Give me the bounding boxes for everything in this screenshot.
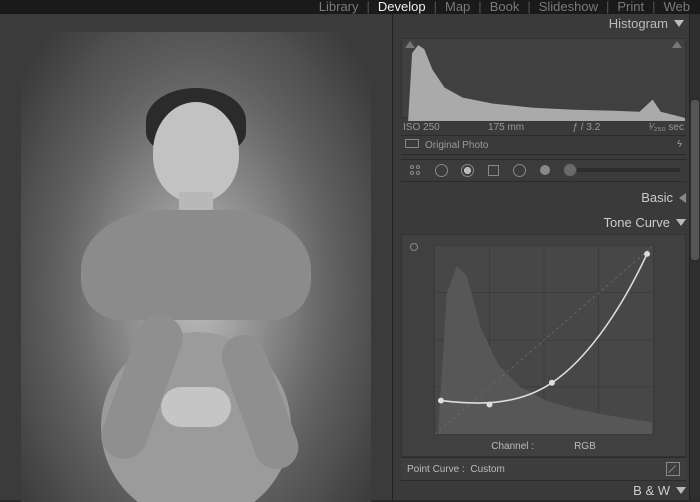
tone-curve-title: Tone Curve — [604, 215, 670, 230]
photo-preview[interactable] — [21, 32, 371, 502]
exif-shutter: ¹⁄₂₅₀ sec — [649, 122, 684, 133]
crop-tool[interactable] — [407, 162, 423, 178]
tone-curve-plot[interactable] — [434, 245, 654, 435]
module-tabs: Library | Develop | Map | Book | Slidesh… — [0, 0, 700, 14]
flash-icon: ϟ — [677, 139, 682, 150]
collapse-icon — [676, 219, 686, 226]
tab-print[interactable]: Print — [617, 0, 644, 14]
preview-area — [0, 14, 392, 500]
collapse-icon — [674, 20, 684, 27]
histogram-plot[interactable] — [401, 38, 686, 118]
point-curve-row: Point Curve : Custom — [401, 457, 686, 481]
tab-slideshow[interactable]: Slideshow — [539, 0, 598, 14]
exif-aperture: ƒ / 3.2 — [572, 122, 600, 133]
slider-knob[interactable] — [563, 163, 577, 177]
tab-develop[interactable]: Develop — [378, 0, 426, 14]
target-adjust-icon[interactable] — [410, 243, 418, 251]
point-curve-value[interactable]: Custom — [470, 464, 504, 475]
tab-separator: | — [434, 0, 437, 14]
tab-web[interactable]: Web — [664, 0, 691, 14]
tab-library[interactable]: Library — [319, 0, 359, 14]
scrollbar-thumb[interactable] — [691, 100, 699, 260]
exif-focal: 175 mm — [488, 122, 524, 133]
radial-tool[interactable] — [511, 162, 527, 178]
bw-header[interactable]: B & W — [401, 481, 686, 500]
brush-tool[interactable] — [537, 162, 553, 178]
tab-separator: | — [606, 0, 609, 14]
spot-tool[interactable] — [433, 162, 449, 178]
channel-label: Channel : — [491, 441, 534, 452]
basic-title: Basic — [641, 190, 673, 205]
tab-separator: | — [527, 0, 530, 14]
exif-iso: ISO 250 — [403, 122, 440, 133]
original-photo-row[interactable]: Original Photo ϟ — [401, 135, 686, 155]
channel-value[interactable]: RGB — [574, 441, 596, 452]
tool-slider[interactable] — [563, 168, 680, 172]
point-curve-label: Point Curve : — [407, 464, 465, 475]
tab-separator: | — [478, 0, 481, 14]
grad-tool[interactable] — [485, 162, 501, 178]
tab-map[interactable]: Map — [445, 0, 470, 14]
point-curve-edit-icon[interactable] — [666, 462, 680, 476]
redeye-tool[interactable] — [459, 162, 475, 178]
tone-curve-panel: Channel : RGB — [401, 234, 686, 457]
panel-scrollbar[interactable] — [689, 14, 700, 500]
right-panel: Histogram ISO 250 175 mm ƒ / 3.2 ¹⁄₂₅₀ s… — [392, 14, 700, 500]
basic-header[interactable]: Basic — [401, 188, 686, 207]
original-photo-label: Original Photo — [425, 140, 488, 151]
local-tools-strip — [401, 159, 686, 182]
bw-title: B & W — [633, 483, 670, 498]
collapse-icon — [676, 487, 686, 494]
histogram-header[interactable]: Histogram — [393, 14, 700, 34]
tab-book[interactable]: Book — [490, 0, 520, 14]
histogram-title: Histogram — [609, 16, 668, 31]
tab-separator: | — [652, 0, 655, 14]
frame-icon — [405, 139, 419, 148]
channel-row: Channel : RGB — [410, 437, 677, 452]
tab-separator: | — [367, 0, 370, 14]
collapsed-icon — [679, 193, 686, 203]
exif-row: ISO 250 175 mm ƒ / 3.2 ¹⁄₂₅₀ sec — [401, 120, 686, 135]
tone-curve-header[interactable]: Tone Curve — [401, 213, 686, 232]
